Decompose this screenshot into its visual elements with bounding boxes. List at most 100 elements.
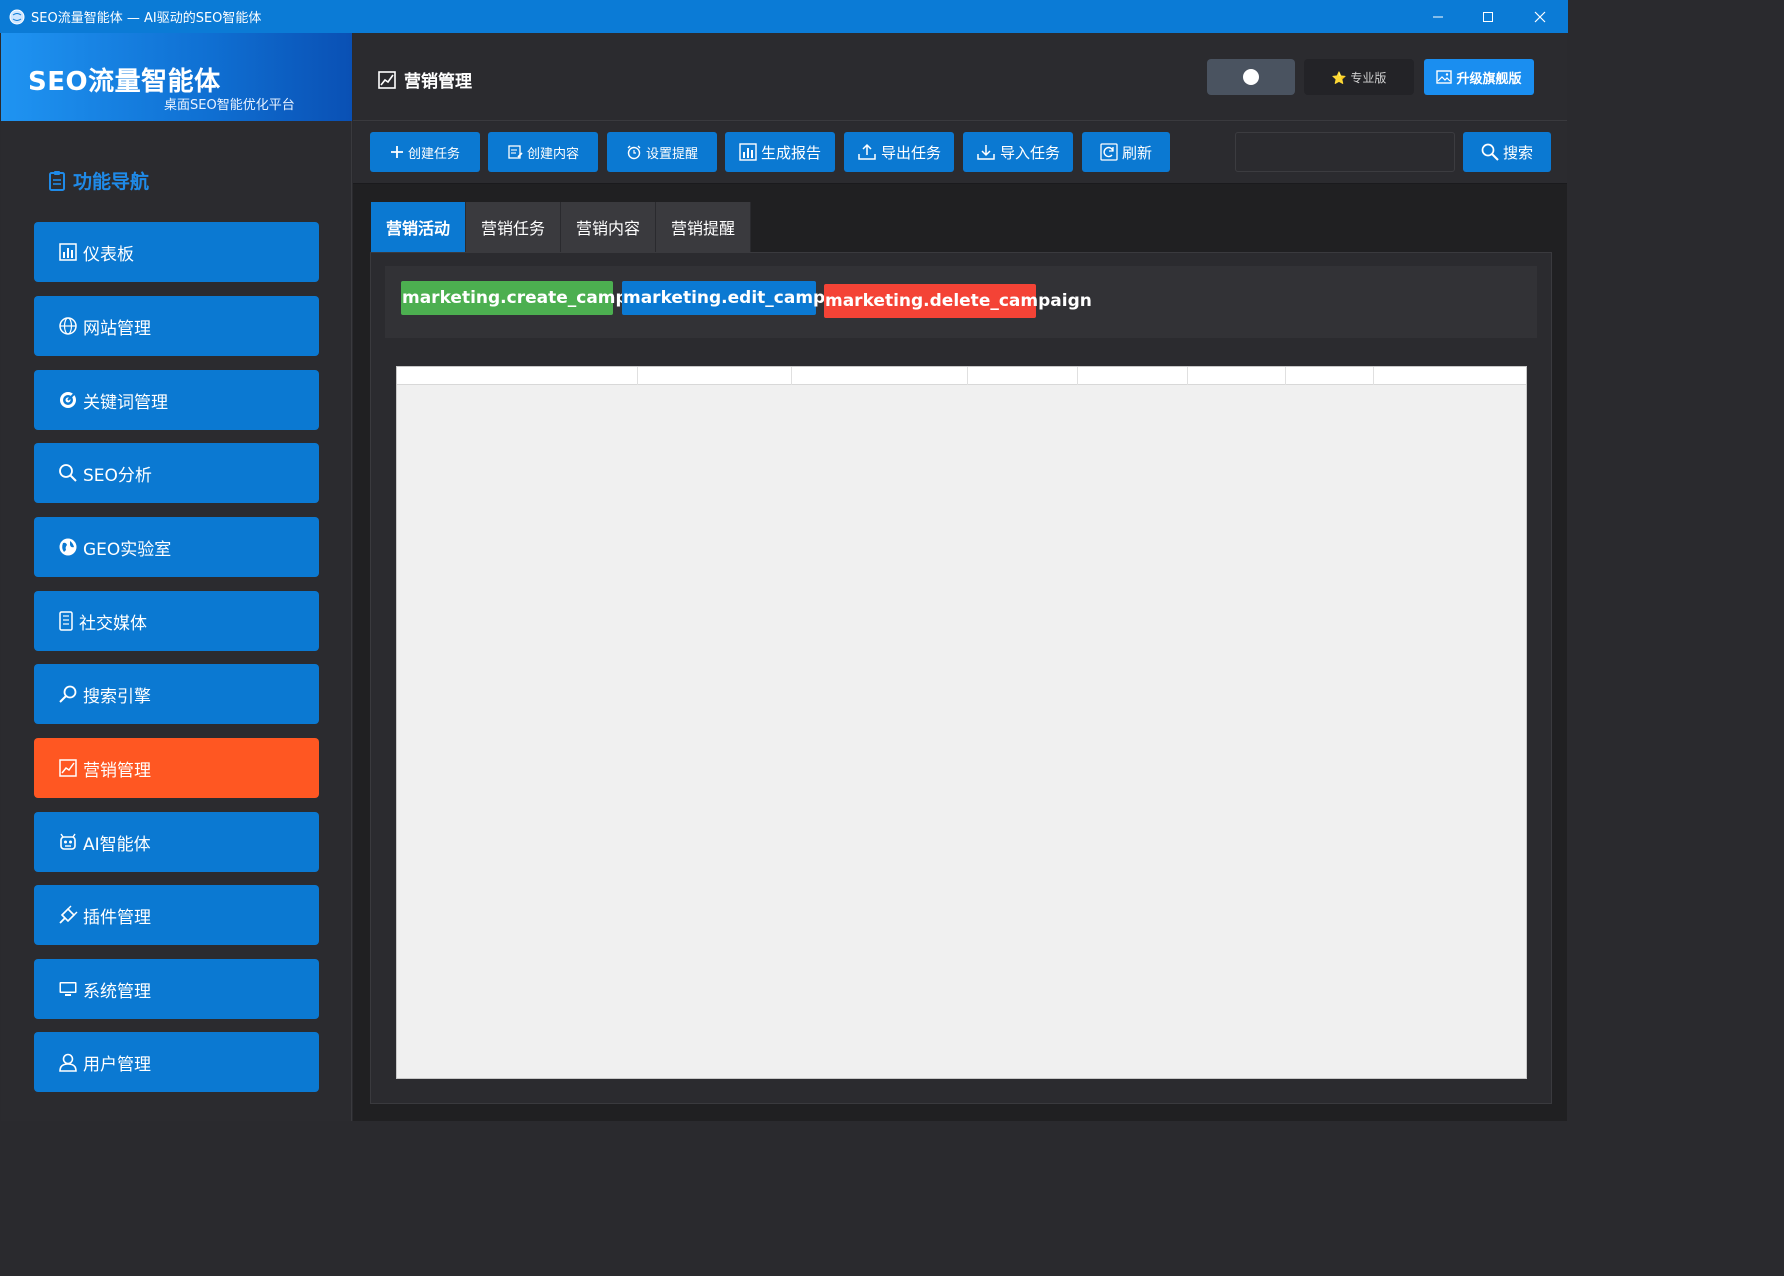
- sidebar-item-label: 用户管理: [83, 1054, 151, 1075]
- tab-panel: marketing.create_campaign marketing.edit…: [370, 252, 1552, 1104]
- plus-icon: [390, 146, 403, 158]
- campaign-table[interactable]: [396, 366, 1527, 1079]
- globe-icon: [59, 317, 77, 335]
- create-content-label: 创建内容: [526, 146, 579, 162]
- upgrade-button[interactable]: 升级旗舰版: [1424, 59, 1534, 95]
- tab-content[interactable]: 营销内容: [561, 202, 657, 252]
- alarm-icon: [627, 145, 641, 160]
- maximize-icon: [1483, 11, 1493, 22]
- table-header-cell[interactable]: [397, 367, 638, 385]
- minimize-icon: [1433, 16, 1443, 17]
- plan-badge: ⭐ 专业版: [1304, 59, 1414, 95]
- table-header-cell[interactable]: [792, 367, 968, 385]
- sidebar-item-label: 营销管理: [83, 760, 151, 781]
- sidebar-item-system[interactable]: 系统管理: [34, 959, 319, 1019]
- export-tasks-label: 导出任务: [880, 143, 941, 162]
- refresh-button[interactable]: 刷新: [1082, 132, 1170, 172]
- toolbar: 创建任务 创建内容 设置提醒 生成报告 导出任务 导入任务 刷新 搜索: [353, 122, 1567, 184]
- search-button-label: 搜索: [1502, 143, 1533, 162]
- sidebar-item-marketing[interactable]: 营销管理: [34, 738, 319, 798]
- close-icon: [1534, 11, 1546, 22]
- window-title: SEO流量智能体 — AI驱动的SEO智能体: [31, 11, 262, 26]
- sidebar-item-ai-agent[interactable]: AI智能体: [34, 812, 319, 872]
- export-icon: [858, 143, 876, 160]
- table-header-cell[interactable]: [1286, 367, 1374, 385]
- plug-icon: [59, 905, 78, 924]
- brand-name: SEO流量智能体: [28, 67, 221, 97]
- chart-up-icon: [378, 70, 396, 89]
- set-reminder-label: 设置提醒: [645, 146, 698, 162]
- edit-icon: [508, 145, 523, 159]
- page-title-label: 营销管理: [404, 72, 472, 92]
- magnifier-icon: [59, 685, 77, 703]
- sidebar-item-keywords[interactable]: 关键词管理: [34, 370, 319, 430]
- sidebar-item-users[interactable]: 用户管理: [34, 1032, 319, 1092]
- search-button[interactable]: 搜索: [1463, 132, 1551, 172]
- earth-icon: [59, 538, 77, 556]
- search-input[interactable]: [1235, 132, 1455, 172]
- report-icon: [739, 143, 757, 161]
- sidebar-item-geo-lab[interactable]: GEO实验室: [34, 517, 319, 577]
- table-header-cell[interactable]: [1078, 367, 1188, 385]
- upgrade-label: 升级旗舰版: [1456, 71, 1522, 87]
- close-button[interactable]: [1515, 0, 1565, 33]
- table-header-cell[interactable]: [1188, 367, 1286, 385]
- phone-icon: [59, 611, 73, 631]
- robot-icon: [60, 833, 76, 850]
- tab-bar: 营销活动 营销任务 营销内容 营销提醒: [371, 202, 752, 252]
- sidebar-item-dashboard[interactable]: 仪表板: [34, 222, 319, 282]
- page-title: 营销管理: [377, 67, 472, 92]
- tab-tasks[interactable]: 营销任务: [466, 202, 562, 252]
- sidebar-item-label: 搜索引擎: [83, 686, 151, 707]
- sidebar-item-label: AI智能体: [83, 834, 151, 855]
- tab-reminders[interactable]: 营销提醒: [656, 202, 752, 252]
- sidebar-item-label: 社交媒体: [79, 613, 147, 634]
- sidebar-item-label: 网站管理: [83, 318, 151, 339]
- theme-toggle[interactable]: [1207, 59, 1295, 95]
- generate-report-label: 生成报告: [760, 143, 821, 162]
- sidebar-item-search-engines[interactable]: 搜索引擎: [34, 664, 319, 724]
- create-task-label: 创建任务: [407, 146, 460, 162]
- permission-tag-delete: marketing.delete_campaign: [824, 284, 1092, 318]
- window-titlebar: SEO流量智能体 — AI驱动的SEO智能体: [0, 0, 1568, 33]
- sidebar: SEO流量智能体 桌面SEO智能优化平台 功能导航 仪表板 网站管理 关键词管理: [1, 33, 352, 1121]
- refresh-icon: [1100, 143, 1118, 161]
- search-icon: [1481, 143, 1499, 161]
- sidebar-item-websites[interactable]: 网站管理: [34, 296, 319, 356]
- sidebar-item-seo-analysis[interactable]: SEO分析: [34, 443, 319, 503]
- search-icon: [59, 464, 77, 482]
- import-tasks-label: 导入任务: [999, 143, 1060, 162]
- export-tasks-button[interactable]: 导出任务: [844, 132, 954, 172]
- permission-bar: marketing.create_campaign marketing.edit…: [385, 266, 1537, 338]
- table-header: [397, 367, 1526, 385]
- create-task-button[interactable]: 创建任务: [370, 132, 480, 172]
- maximize-button[interactable]: [1463, 0, 1513, 33]
- sidebar-item-label: 关键词管理: [83, 392, 168, 413]
- permission-tag-edit: marketing.edit_campaign: [622, 281, 867, 315]
- sidebar-item-social-media[interactable]: 社交媒体: [34, 591, 319, 651]
- chart-up-icon: [59, 759, 77, 777]
- nav-heading-label: 功能导航: [73, 171, 150, 193]
- import-icon: [977, 145, 995, 160]
- sidebar-item-label: SEO分析: [83, 465, 152, 486]
- sidebar-item-label: 插件管理: [83, 907, 151, 928]
- set-reminder-button[interactable]: 设置提醒: [607, 132, 717, 172]
- sidebar-item-label: 仪表板: [83, 244, 134, 265]
- minimize-button[interactable]: [1413, 0, 1463, 33]
- sidebar-item-label: 系统管理: [83, 981, 151, 1002]
- toggle-knob: [1243, 69, 1259, 85]
- clipboard-icon: [49, 170, 65, 191]
- sidebar-item-plugins[interactable]: 插件管理: [34, 885, 319, 945]
- bar-chart-icon: [59, 243, 77, 261]
- create-content-button[interactable]: 创建内容: [488, 132, 598, 172]
- table-header-cell[interactable]: [638, 367, 792, 385]
- generate-report-button[interactable]: 生成报告: [725, 132, 835, 172]
- page-header: 营销管理 ⭐ 专业版 升级旗舰版: [353, 33, 1567, 121]
- tab-campaigns[interactable]: 营销活动: [371, 202, 467, 252]
- target-icon: [60, 392, 76, 408]
- table-header-cell[interactable]: [968, 367, 1078, 385]
- import-tasks-button[interactable]: 导入任务: [963, 132, 1073, 172]
- brand-banner: SEO流量智能体 桌面SEO智能优化平台: [1, 33, 352, 121]
- user-icon: [59, 1053, 77, 1072]
- refresh-label: 刷新: [1121, 143, 1152, 162]
